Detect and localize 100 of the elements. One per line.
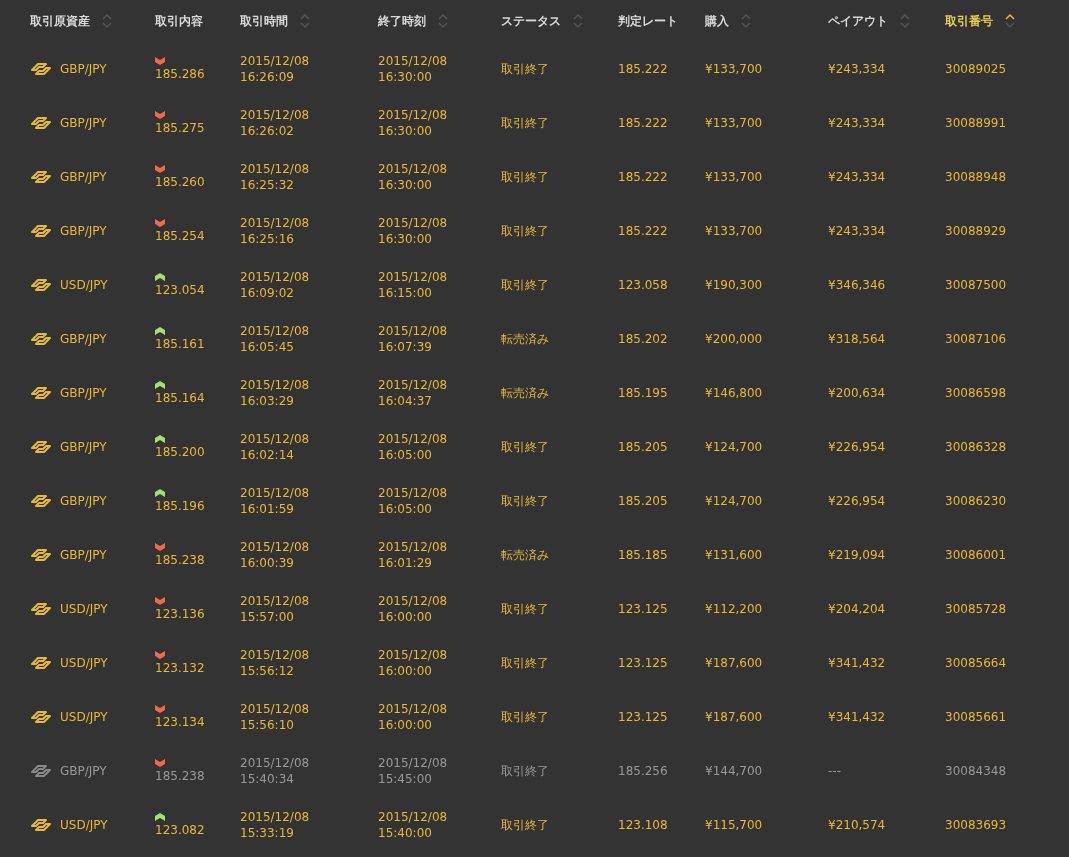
- entry-rate: 185.260: [155, 175, 206, 189]
- start-time: 16:25:32: [240, 178, 295, 192]
- entry-rate: 185.238: [155, 769, 206, 783]
- purchase-cell-text: ¥144,700: [705, 764, 764, 778]
- entry-rate: 185.286: [155, 67, 206, 81]
- judge-rate-cell-text: 185.222: [618, 62, 669, 76]
- entry-rate: 123.134: [155, 715, 206, 729]
- column-header[interactable]: 取引原資産: [30, 12, 90, 30]
- start-time: 16:00:39: [240, 556, 295, 570]
- column-header[interactable]: 終了時刻: [378, 12, 426, 30]
- trade-number-cell-text: 30085728: [945, 602, 1008, 616]
- asset-cell: GBP/JPY: [60, 386, 107, 400]
- entry-rate: 185.238: [155, 553, 206, 567]
- status-cell-text: 取引終了: [501, 438, 550, 456]
- purchase-cell-text: ¥133,700: [705, 116, 764, 130]
- status-cell-text: 取引終了: [501, 816, 550, 834]
- status-cell-text: 取引終了: [501, 708, 550, 726]
- start-time: 16:26:09: [240, 70, 295, 84]
- entry-rate: 185.275: [155, 121, 206, 135]
- trade-number-cell-text: 30086001: [945, 548, 1008, 562]
- judge-rate-cell-text: 185.205: [618, 494, 669, 508]
- judge-rate-cell-text: 185.222: [618, 116, 669, 130]
- payout-cell-text: ¥243,334: [828, 224, 887, 238]
- purchase-cell-text: ¥146,800: [705, 386, 764, 400]
- sort-icon[interactable]: [1005, 13, 1015, 29]
- end-time: 16:00:00: [378, 610, 433, 624]
- column-header: 判定レート: [618, 12, 678, 30]
- end-date: 2015/12/08: [378, 108, 449, 122]
- entry-rate: 185.164: [155, 391, 206, 405]
- judge-rate-cell-text: 185.222: [618, 224, 669, 238]
- start-date: 2015/12/08: [240, 540, 311, 554]
- status-cell-text: 取引終了: [501, 600, 550, 618]
- payout-cell-text: ¥219,094: [828, 548, 887, 562]
- column-header[interactable]: ペイアウト: [828, 12, 888, 30]
- payout-cell-text: ¥346,346: [828, 278, 887, 292]
- asset-cell: USD/JPY: [60, 278, 108, 292]
- payout-cell-text: ¥226,954: [828, 494, 887, 508]
- trade-number-cell-text: 30088991: [945, 116, 1008, 130]
- purchase-cell-text: ¥190,300: [705, 278, 764, 292]
- trade-number-cell-text: 30088929: [945, 224, 1008, 238]
- end-time: 16:15:00: [378, 286, 433, 300]
- status-cell-text: 転売済み: [501, 330, 550, 348]
- currency-pair-icon: [30, 332, 52, 346]
- judge-rate-cell-text: 123.125: [618, 602, 669, 616]
- currency-pair-icon: [30, 116, 52, 130]
- status-cell-text: 取引終了: [501, 276, 550, 294]
- trade-number-cell-text: 30083693: [945, 818, 1008, 832]
- start-time: 16:09:02: [240, 286, 295, 300]
- currency-pair-icon: [30, 278, 52, 292]
- entry-rate: 185.196: [155, 499, 206, 513]
- asset-cell: USD/JPY: [60, 710, 108, 724]
- asset-cell: GBP/JPY: [60, 332, 107, 346]
- payout-cell-text: ¥341,432: [828, 710, 887, 724]
- end-time: 16:05:00: [378, 448, 433, 462]
- currency-pair-icon: [30, 224, 52, 238]
- end-time: 16:30:00: [378, 124, 433, 138]
- column-header: 取引内容: [155, 12, 203, 30]
- start-time: 15:33:19: [240, 826, 295, 840]
- end-time: 16:01:29: [378, 556, 433, 570]
- start-date: 2015/12/08: [240, 162, 311, 176]
- end-date: 2015/12/08: [378, 54, 449, 68]
- purchase-cell-text: ¥187,600: [705, 656, 764, 670]
- judge-rate-cell-text: 123.108: [618, 818, 669, 832]
- column-header[interactable]: 取引時間: [240, 12, 288, 30]
- end-date: 2015/12/08: [378, 810, 449, 824]
- payout-cell-text: ¥200,634: [828, 386, 887, 400]
- currency-pair-icon: [30, 656, 52, 670]
- status-cell-text: 取引終了: [501, 114, 550, 132]
- end-time: 15:40:00: [378, 826, 433, 840]
- end-date: 2015/12/08: [378, 324, 449, 338]
- start-date: 2015/12/08: [240, 702, 311, 716]
- end-time: 16:30:00: [378, 70, 433, 84]
- start-date: 2015/12/08: [240, 810, 311, 824]
- asset-cell: GBP/JPY: [60, 548, 107, 562]
- entry-rate: 123.082: [155, 823, 206, 837]
- asset-cell: GBP/JPY: [60, 224, 107, 238]
- asset-cell: GBP/JPY: [60, 440, 107, 454]
- end-date: 2015/12/08: [378, 756, 449, 770]
- start-date: 2015/12/08: [240, 756, 311, 770]
- purchase-cell-text: ¥124,700: [705, 440, 764, 454]
- trade-number-cell-text: 30089025: [945, 62, 1008, 76]
- end-time: 16:30:00: [378, 178, 433, 192]
- column-header[interactable]: ステータス: [501, 12, 561, 30]
- end-time: 16:30:00: [378, 232, 433, 246]
- status-cell-text: 取引終了: [501, 60, 550, 78]
- start-date: 2015/12/08: [240, 216, 311, 230]
- end-date: 2015/12/08: [378, 162, 449, 176]
- end-date: 2015/12/08: [378, 216, 449, 230]
- status-cell-text: 取引終了: [501, 654, 550, 672]
- start-date: 2015/12/08: [240, 108, 311, 122]
- judge-rate-cell-text: 185.195: [618, 386, 669, 400]
- judge-rate-cell-text: 123.125: [618, 656, 669, 670]
- column-header[interactable]: 取引番号: [945, 12, 993, 30]
- asset-cell: GBP/JPY: [60, 116, 107, 130]
- end-date: 2015/12/08: [378, 702, 449, 716]
- asset-cell: GBP/JPY: [60, 170, 107, 184]
- column-header[interactable]: 購入: [705, 12, 729, 30]
- judge-rate-cell-text: 185.185: [618, 548, 669, 562]
- asset-cell: GBP/JPY: [60, 62, 107, 76]
- status-cell-text: 取引終了: [501, 762, 550, 780]
